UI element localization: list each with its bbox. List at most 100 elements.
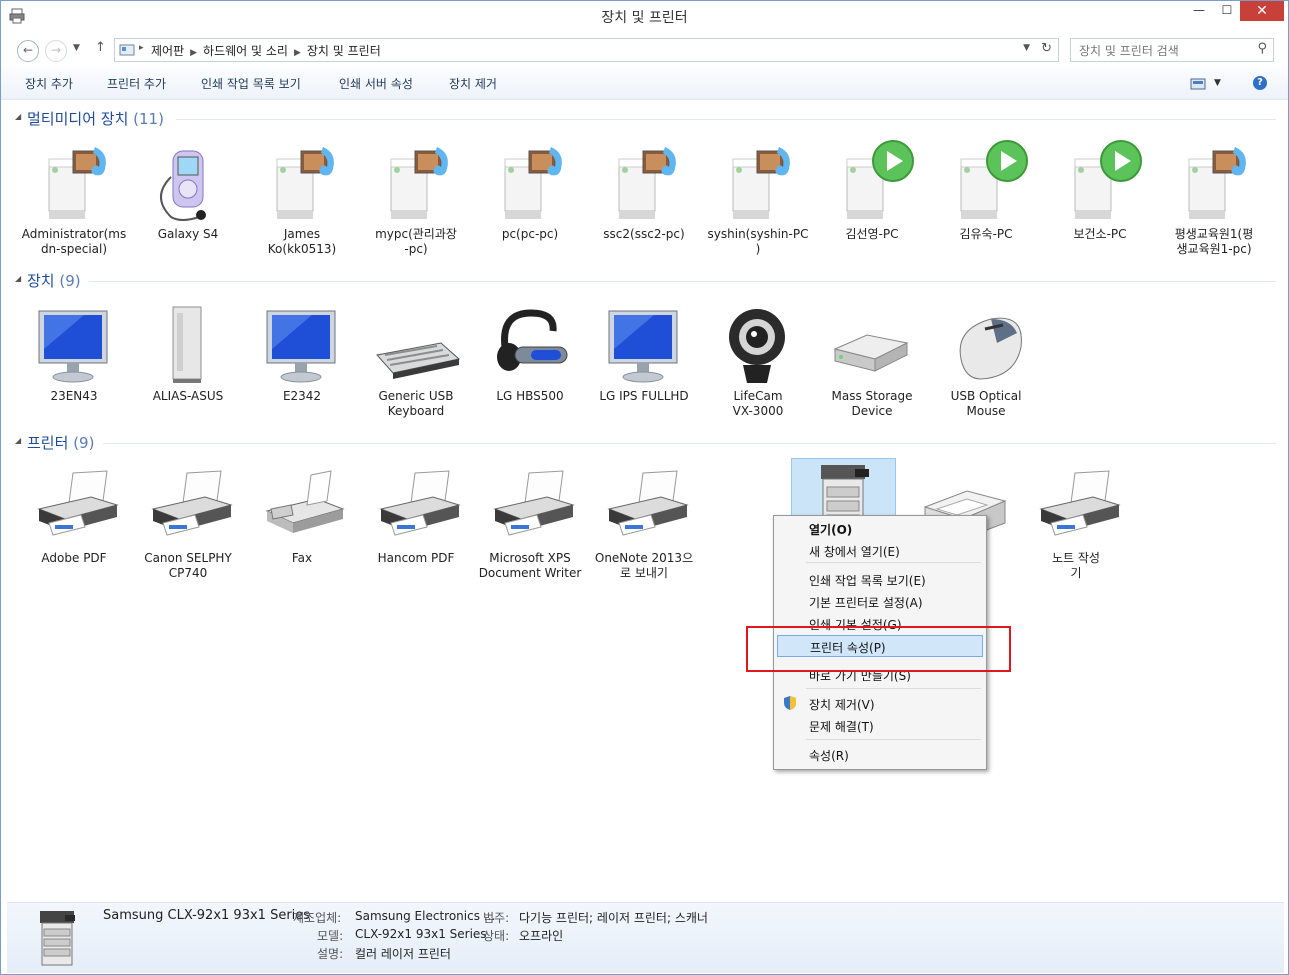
breadcrumb-item[interactable]: 장치 및 프린터 — [307, 44, 381, 58]
model-value: CLX-92x1 93x1 Series — [355, 927, 487, 941]
minimize-button[interactable]: — — [1184, 3, 1214, 23]
device-item[interactable]: Fax — [245, 461, 359, 566]
device-label: 노트 작성 기 — [1052, 551, 1100, 580]
device-item[interactable]: 보건소-PC — [1043, 137, 1157, 242]
device-icon-wrap — [827, 299, 917, 389]
device-label: ALIAS-ASUS — [152, 389, 224, 403]
forward-button[interactable]: → — [45, 40, 67, 62]
device-item[interactable]: Canon SELPHY CP740 — [131, 461, 245, 581]
device-label: ssc2(ssc2-pc) — [603, 227, 685, 241]
device-label: USB Optical Mouse — [950, 389, 1022, 418]
device-item[interactable]: Adobe PDF — [17, 461, 131, 566]
recent-pages-icon[interactable]: ▼ — [73, 43, 80, 53]
menu-item-open[interactable]: 열기(O) — [777, 518, 981, 538]
media-server-icon — [276, 147, 334, 219]
device-item[interactable]: LG HBS500 — [473, 299, 587, 404]
pc-tower-icon — [172, 306, 202, 383]
device-item[interactable]: LifeCam VX-3000 — [701, 299, 815, 419]
device-item[interactable]: ALIAS-ASUS — [131, 299, 245, 404]
help-icon[interactable]: ? — [1253, 76, 1267, 90]
search-input[interactable]: 장치 및 프린터 검색 ⚲ — [1070, 38, 1274, 62]
device-icon-wrap — [1169, 137, 1259, 227]
device-item[interactable]: pc(pc-pc) — [473, 137, 587, 242]
search-icon[interactable]: ⚲ — [1257, 41, 1267, 56]
device-item[interactable]: OneNote 2013으 로 보내기 — [587, 461, 701, 581]
device-item[interactable]: LG IPS FULLHD — [587, 299, 701, 404]
collapse-triangle-icon[interactable]: ◢ — [15, 274, 21, 283]
device-item[interactable]: Microsoft XPS Document Writer — [473, 461, 587, 581]
device-item[interactable]: Hancom PDF — [359, 461, 473, 566]
collapse-triangle-icon[interactable]: ◢ — [15, 436, 21, 445]
view-options-icon[interactable] — [1190, 78, 1206, 90]
keyboard-icon — [376, 342, 461, 379]
device-item[interactable]: 23EN43 — [17, 299, 131, 404]
device-item[interactable]: 노트 작성 기 — [1019, 461, 1133, 581]
up-arrow-icon[interactable]: ↑ — [95, 40, 106, 55]
device-item[interactable]: mypc(관리과장 -pc) — [359, 137, 473, 257]
add-device-button[interactable]: 장치 추가 — [25, 75, 73, 92]
close-button[interactable]: ✕ — [1240, 1, 1284, 21]
monitor-icon — [266, 310, 336, 383]
refresh-icon[interactable]: ↻ — [1041, 41, 1052, 56]
headset-icon — [497, 309, 568, 371]
device-label: mypc(관리과장 -pc) — [375, 227, 457, 256]
manufacturer-value: Samsung Electronics ... — [355, 909, 496, 923]
state-value: 오프라인 — [519, 929, 564, 943]
device-item[interactable]: USB Optical Mouse — [929, 299, 1043, 419]
device-icon-wrap — [29, 299, 119, 389]
menu-item-open-new-window[interactable]: 새 창에서 열기(E) — [777, 540, 981, 560]
chevron-right-icon[interactable]: ▶ — [190, 48, 197, 58]
device-label: LifeCam VX-3000 — [732, 389, 784, 418]
menu-item-label: 새 창에서 열기(E) — [809, 545, 900, 559]
address-bar[interactable]: ▸ 제어판 ▶ 하드웨어 및 소리 ▶ 장치 및 프린터 ▼ ↻ — [114, 38, 1059, 62]
chevron-down-icon[interactable]: ▼ — [1214, 78, 1221, 88]
fax-icon — [265, 470, 345, 533]
device-item[interactable]: 김유숙-PC — [929, 137, 1043, 242]
print-server-properties-button[interactable]: 인쇄 서버 속성 — [339, 75, 413, 92]
device-icon-wrap — [485, 461, 575, 551]
device-item[interactable]: E2342 — [245, 299, 359, 404]
breadcrumb-item[interactable]: 제어판 — [151, 44, 184, 58]
command-bar: 장치 추가 프린터 추가 인쇄 작업 목록 보기 인쇄 서버 속성 장치 제거 … — [1, 67, 1288, 100]
device-item[interactable]: Mass Storage Device — [815, 299, 929, 419]
add-printer-button[interactable]: 프린터 추가 — [107, 75, 166, 92]
menu-item-label: 장치 제거(V) — [809, 698, 875, 712]
devices-printers-window: 장치 및 프린터 — ☐ ✕ ← → ▼ ↑ ▸ 제어판 ▶ 하드웨어 및 소리 ▶ 장… — [0, 0, 1289, 975]
control-panel-icon — [119, 44, 135, 56]
menu-item-remove-device[interactable]: 장치 제거(V) — [777, 693, 981, 713]
device-item[interactable]: James Ko(kk0513) — [245, 137, 359, 257]
device-label: 23EN43 — [50, 389, 98, 403]
device-item[interactable]: syshin(syshin-PC ) — [701, 137, 815, 257]
device-item[interactable]: Administrator(ms dn-special) — [17, 137, 131, 257]
collapse-triangle-icon[interactable]: ◢ — [15, 112, 21, 121]
remove-device-button[interactable]: 장치 제거 — [449, 75, 497, 92]
address-row: ← → ▼ ↑ ▸ 제어판 ▶ 하드웨어 및 소리 ▶ 장치 및 프린터 ▼ ↻ 장치 … — [1, 35, 1288, 65]
back-button[interactable]: ← — [17, 40, 39, 62]
group-count: (9) — [73, 434, 95, 452]
device-item[interactable]: ssc2(ssc2-pc) — [587, 137, 701, 242]
mouse-icon — [959, 317, 1022, 380]
description-label: 설명: — [317, 947, 344, 961]
breadcrumb-item[interactable]: 하드웨어 및 소리 — [203, 44, 288, 58]
menu-item-see-print-queue[interactable]: 인쇄 작업 목록 보기(E) — [777, 569, 981, 589]
description-value: 컬러 레이저 프린터 — [355, 947, 451, 961]
maximize-button[interactable]: ☐ — [1212, 3, 1242, 23]
menu-item-troubleshoot[interactable]: 문제 해결(T) — [777, 715, 981, 735]
category-label: 범주: — [483, 911, 510, 925]
device-label: Galaxy S4 — [157, 227, 219, 241]
device-item[interactable]: Galaxy S4 — [131, 137, 245, 242]
device-item[interactable]: Generic USB Keyboard — [359, 299, 473, 419]
device-icon-wrap — [599, 299, 689, 389]
device-item[interactable]: 김선영-PC — [815, 137, 929, 242]
chevron-down-icon[interactable]: ▼ — [1023, 43, 1030, 53]
state-label: 상태: — [483, 929, 510, 943]
details-pane: Samsung CLX-92x1 93x1 Series 제조업체: Samsu… — [7, 902, 1284, 973]
menu-item-set-default-printer[interactable]: 기본 프린터로 설정(A) — [777, 591, 981, 611]
see-print-queue-button[interactable]: 인쇄 작업 목록 보기 — [201, 75, 301, 92]
chevron-right-icon[interactable]: ▶ — [294, 48, 301, 58]
device-item[interactable]: 평생교육원1(평 생교육원1-pc) — [1157, 137, 1271, 257]
device-label: Mass Storage Device — [831, 389, 913, 418]
menu-item-properties[interactable]: 속성(R) — [777, 744, 981, 764]
menu-separator — [806, 739, 981, 740]
shield-icon — [784, 696, 796, 710]
